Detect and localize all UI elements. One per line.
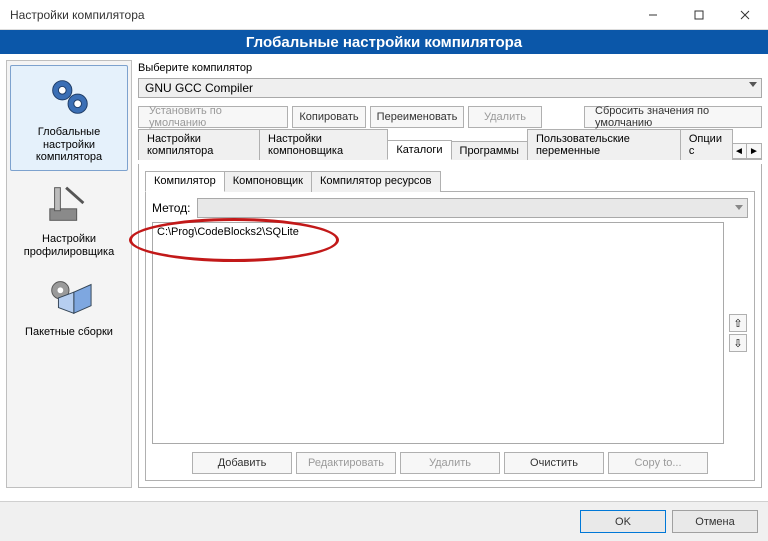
- tab-build-options[interactable]: Опции с: [680, 129, 733, 160]
- tab-scroll-right-button[interactable]: ►: [746, 143, 762, 159]
- chevron-down-icon: [749, 82, 757, 87]
- tab-compiler-settings[interactable]: Настройки компилятора: [138, 129, 260, 160]
- maximize-button[interactable]: [676, 0, 722, 30]
- cancel-button[interactable]: Отмена: [672, 510, 758, 533]
- tab-programs[interactable]: Программы: [451, 141, 528, 160]
- tab-scroll: ◄ ►: [732, 143, 762, 159]
- tab-custom-vars[interactable]: Пользовательские переменные: [527, 129, 681, 160]
- chevron-down-icon: [735, 205, 743, 210]
- tab-linker-settings[interactable]: Настройки компоновщика: [259, 129, 388, 160]
- compiler-select[interactable]: GNU GCC Compiler: [138, 78, 762, 98]
- minimize-button[interactable]: [630, 0, 676, 30]
- add-dir-button[interactable]: Добавить: [192, 452, 292, 474]
- batch-build-icon: [39, 272, 99, 322]
- main-area: Глобальные настройки компилятора Настрой…: [0, 54, 768, 494]
- sidebar-item-label: Глобальные настройки компилятора: [13, 126, 125, 164]
- copy-button[interactable]: Копировать: [292, 106, 366, 128]
- set-default-button[interactable]: Установить по умолчанию: [138, 106, 288, 128]
- subtab-resource-compiler[interactable]: Компилятор ресурсов: [311, 171, 441, 192]
- profiler-icon: [39, 179, 99, 229]
- move-up-button[interactable]: ⇧: [729, 314, 747, 332]
- clear-dirs-button[interactable]: Очистить: [504, 452, 604, 474]
- select-compiler-label: Выберите компилятор: [138, 62, 762, 74]
- delete-compiler-button[interactable]: Удалить: [468, 106, 542, 128]
- subtab-compiler[interactable]: Компилятор: [145, 171, 225, 192]
- directory-list-item[interactable]: C:\Prog\CodeBlocks2\SQLite: [157, 226, 719, 238]
- gear-icon: [39, 72, 99, 122]
- page-header-title: Глобальные настройки компилятора: [246, 34, 522, 51]
- main-panel: Выберите компилятор GNU GCC Compiler Уст…: [138, 60, 762, 488]
- sidebar-item-global-compiler[interactable]: Глобальные настройки компилятора: [10, 65, 128, 171]
- top-tabs: Настройки компилятора Настройки компонов…: [138, 138, 762, 160]
- subtab-linker[interactable]: Компоновщик: [224, 171, 312, 192]
- arrow-up-icon: ⇧: [733, 317, 742, 330]
- method-label: Метод:: [152, 201, 191, 215]
- page-header: Глобальные настройки компилятора: [0, 30, 768, 54]
- dialog-button-bar: OK Отмена: [0, 501, 768, 541]
- sidebar-item-label: Пакетные сборки: [12, 326, 126, 339]
- method-select[interactable]: [197, 198, 748, 218]
- sidebar-item-batch-builds[interactable]: Пакетные сборки: [10, 266, 128, 345]
- directories-panel: Компилятор Компоновщик Компилятор ресурс…: [138, 164, 762, 488]
- tab-directories[interactable]: Каталоги: [387, 140, 451, 160]
- window-title: Настройки компилятора: [0, 8, 145, 22]
- compiler-dirs-panel: Метод: C:\Prog\CodeBlocks2\SQLite ⇧: [145, 192, 755, 481]
- copy-to-button[interactable]: Copy to...: [608, 452, 708, 474]
- close-button[interactable]: [722, 0, 768, 30]
- edit-dir-button[interactable]: Редактировать: [296, 452, 396, 474]
- delete-dir-button[interactable]: Удалить: [400, 452, 500, 474]
- move-down-button[interactable]: ⇩: [729, 334, 747, 352]
- arrow-down-icon: ⇩: [733, 337, 742, 350]
- sidebar-item-profiler[interactable]: Настройки профилировщика: [10, 173, 128, 264]
- ok-button[interactable]: OK: [580, 510, 666, 533]
- titlebar: Настройки компилятора: [0, 0, 768, 30]
- compiler-select-value: GNU GCC Compiler: [145, 81, 253, 95]
- reset-defaults-button[interactable]: Сбросить значения по умолчанию: [584, 106, 762, 128]
- sidebar-item-label: Настройки профилировщика: [12, 233, 126, 258]
- rename-button[interactable]: Переименовать: [370, 106, 464, 128]
- directories-listbox[interactable]: C:\Prog\CodeBlocks2\SQLite: [152, 222, 724, 444]
- subtab-strip: Компилятор Компоновщик Компилятор ресурс…: [145, 170, 755, 192]
- category-sidebar: Глобальные настройки компилятора Настрой…: [6, 60, 132, 488]
- tab-scroll-left-button[interactable]: ◄: [731, 143, 747, 159]
